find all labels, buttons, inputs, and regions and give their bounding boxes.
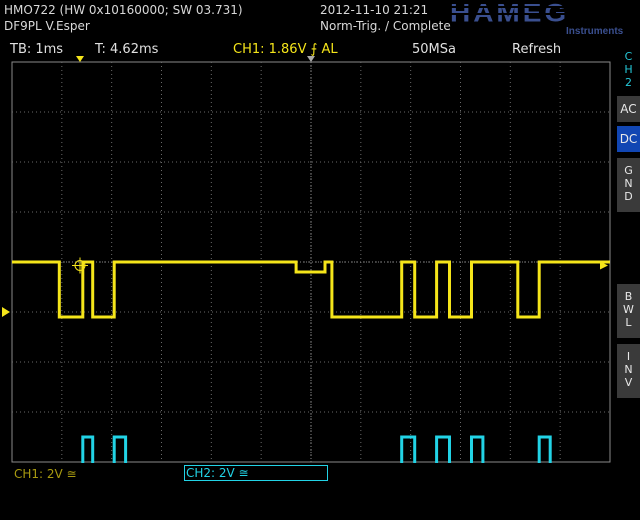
coupling-ac-button[interactable]: AC <box>617 96 640 122</box>
ch2-scale-readout[interactable]: CH2: 2V ≅ <box>186 465 249 481</box>
inv-letter-v: V <box>624 376 633 389</box>
inv-letter-i: I <box>626 350 631 363</box>
coupling-dc-label: DC <box>619 132 638 146</box>
coupling-gnd-button[interactable]: G N D <box>617 158 640 212</box>
gnd-letter-d: D <box>624 190 633 203</box>
invert-button[interactable]: I N V <box>617 344 640 398</box>
gnd-letter-n: N <box>624 177 633 190</box>
coupling-ac-label: AC <box>620 102 637 116</box>
bwl-letter-l: L <box>625 316 632 329</box>
side-channel-label-c: C <box>624 50 633 63</box>
coupling-dc-button[interactable]: DC <box>617 126 640 152</box>
waveform-display[interactable] <box>0 0 640 520</box>
trigger-position-marker[interactable] <box>76 56 84 62</box>
side-channel-label: C H 2 <box>617 50 640 90</box>
inv-letter-n: N <box>624 363 633 376</box>
ch1-ground-marker[interactable] <box>2 307 10 317</box>
ch1-scale-readout[interactable]: CH1: 2V ≅ <box>14 466 77 482</box>
side-channel-label-2: 2 <box>625 76 632 89</box>
gnd-letter-g: G <box>624 164 633 177</box>
center-position-marker <box>307 56 315 62</box>
bwl-letter-b: B <box>624 290 633 303</box>
bwl-button[interactable]: B W L <box>617 284 640 338</box>
graticule <box>11 61 611 463</box>
side-channel-label-h: H <box>624 63 633 76</box>
bwl-letter-w: W <box>623 303 634 316</box>
